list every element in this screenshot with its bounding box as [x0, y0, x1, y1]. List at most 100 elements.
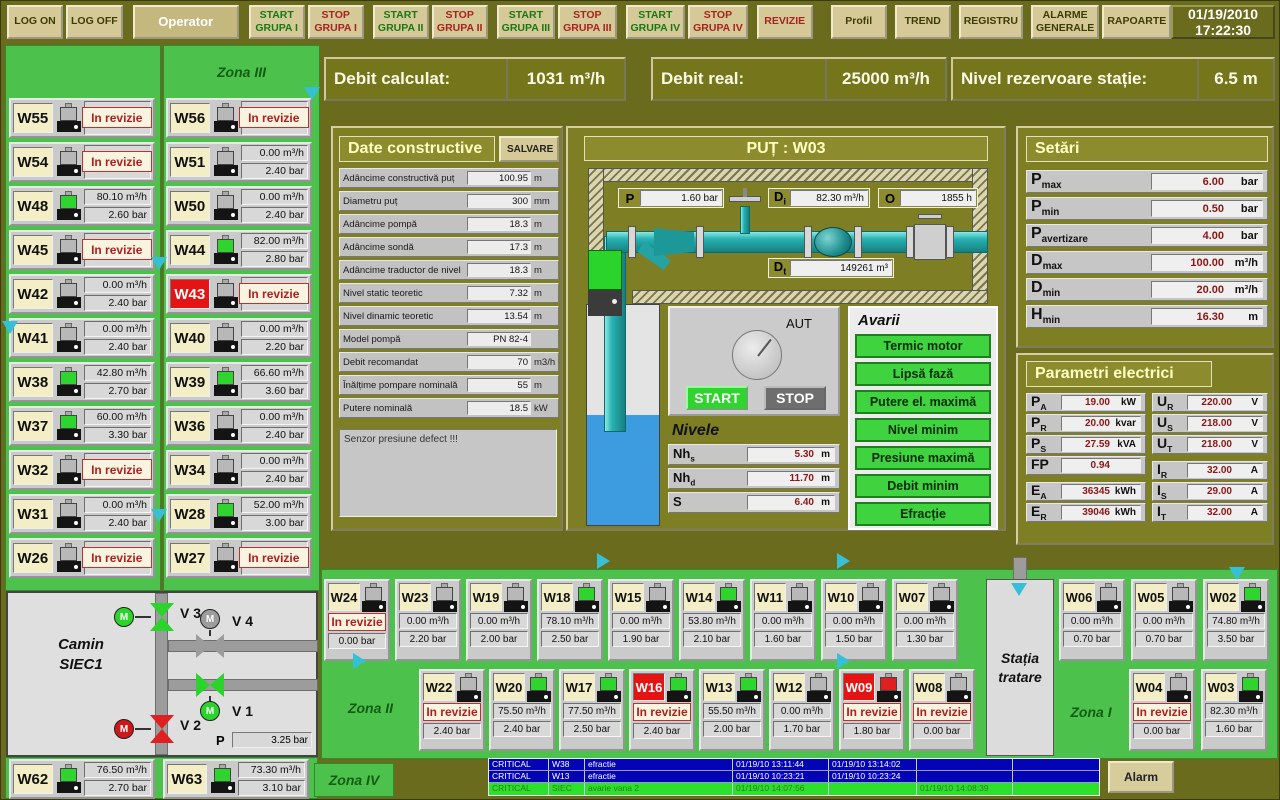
stop-grupa-2-button[interactable]: STOP GRUPA II: [432, 5, 488, 39]
setting-field[interactable]: 6.00 bar: [1151, 173, 1263, 190]
setting-field[interactable]: 5.30 m: [747, 447, 835, 462]
setting-field[interactable]: 19.00 kW: [1061, 395, 1141, 410]
dc-row-field[interactable]: 100.95: [467, 171, 531, 185]
well-w05[interactable]: W05 0.00 m³/h 0.70 bar: [1131, 579, 1197, 661]
well-w13[interactable]: W13 55.50 m³/h 2.00 bar: [699, 669, 765, 751]
well-w11[interactable]: W11 0.00 m³/h 1.60 bar: [750, 579, 816, 661]
setting-field[interactable]: 0.50 bar: [1151, 200, 1263, 217]
profil-button[interactable]: Profil: [831, 5, 887, 39]
well-w03[interactable]: W03 82.30 m³/h 1.60 bar: [1201, 669, 1267, 751]
well-w15[interactable]: W15 0.00 m³/h 1.90 bar: [608, 579, 674, 661]
setting-field[interactable]: 218.00 V: [1187, 437, 1263, 452]
well-w55[interactable]: W55 In revizie: [9, 98, 155, 138]
pump-stop-button[interactable]: STOP: [764, 386, 826, 410]
log-on-button[interactable]: LOG ON: [7, 5, 63, 39]
well-w31[interactable]: W31 0.00 m³/h 2.40 bar: [9, 494, 155, 534]
well-w23[interactable]: W23 0.00 m³/h 2.20 bar: [395, 579, 461, 661]
setting-field[interactable]: 100.00 m³/h: [1151, 254, 1263, 271]
alarm-row[interactable]: CRITICAL W13 efractie 01/19/10 10:23:21 …: [489, 771, 1099, 783]
rapoarte-button[interactable]: RAPOARTE: [1102, 5, 1171, 39]
stop-grupa-1-button[interactable]: STOP GRUPA I: [308, 5, 364, 39]
dc-row-field[interactable]: 18.3: [467, 217, 531, 231]
well-w02[interactable]: W02 74.80 m³/h 3.50 bar: [1203, 579, 1269, 661]
setting-field[interactable]: 36345 kWh: [1061, 484, 1141, 499]
handwheel-icon[interactable]: [918, 214, 942, 219]
trend-button[interactable]: TREND: [895, 5, 951, 39]
well-w50[interactable]: W50 0.00 m³/h 2.40 bar: [166, 186, 312, 226]
well-w27[interactable]: W27 In revizie: [166, 538, 312, 578]
well-w39[interactable]: W39 66.60 m³/h 3.60 bar: [166, 362, 312, 402]
valve-v1[interactable]: [196, 673, 224, 697]
setting-field[interactable]: 220.00 V: [1187, 395, 1263, 410]
well-w62[interactable]: W62 76.50 m³/h 2.70 bar: [9, 759, 155, 799]
dc-row-field[interactable]: 18.5: [467, 401, 531, 415]
setting-field[interactable]: 218.00 V: [1187, 416, 1263, 431]
start-grupa-4-button[interactable]: START GRUPA IV: [626, 5, 686, 39]
well-w09[interactable]: W09 In revizie 1.80 bar: [839, 669, 905, 751]
well-w14[interactable]: W14 53.80 m³/h 2.10 bar: [679, 579, 745, 661]
setting-field[interactable]: 32.00 A: [1187, 463, 1263, 478]
well-w20[interactable]: W20 75.50 m³/h 2.40 bar: [489, 669, 555, 751]
setting-field[interactable]: 0.94: [1061, 458, 1141, 473]
dc-row-field[interactable]: 55: [467, 378, 531, 392]
well-w37[interactable]: W37 60.00 m³/h 3.30 bar: [9, 406, 155, 446]
dc-row-field[interactable]: 70: [467, 355, 531, 369]
well-w45[interactable]: W45 In revizie: [9, 230, 155, 270]
mode-knob[interactable]: [732, 330, 782, 380]
well-w34[interactable]: W34 0.00 m³/h 2.40 bar: [166, 450, 312, 490]
revizie-button[interactable]: REVIZIE: [757, 5, 813, 39]
dc-row-field[interactable]: 300: [467, 194, 531, 208]
dc-row-field[interactable]: 18.3: [467, 263, 531, 277]
start-grupa-1-button[interactable]: START GRUPA I: [249, 5, 305, 39]
well-w40[interactable]: W40 0.00 m³/h 2.20 bar: [166, 318, 312, 358]
well-w12[interactable]: W12 0.00 m³/h 1.70 bar: [769, 669, 835, 751]
setting-field[interactable]: 32.00 A: [1187, 505, 1263, 520]
setting-field[interactable]: 20.00 kvar: [1061, 416, 1141, 431]
well-w08[interactable]: W08 In revizie 0.00 bar: [909, 669, 975, 751]
well-w41[interactable]: W41 0.00 m³/h 2.40 bar: [9, 318, 155, 358]
setting-field[interactable]: 29.00 A: [1187, 484, 1263, 499]
stop-grupa-4-button[interactable]: STOP GRUPA IV: [688, 5, 748, 39]
stop-grupa-3-button[interactable]: STOP GRUPA III: [558, 5, 616, 39]
dc-row-field[interactable]: PN 82-4: [467, 332, 531, 346]
well-w56[interactable]: W56 In revizie: [166, 98, 312, 138]
sensor-message-box[interactable]: Senzor presiune defect !!!: [339, 429, 557, 517]
setting-field[interactable]: 39046 kWh: [1061, 505, 1141, 520]
well-w04[interactable]: W04 In revizie 0.00 bar: [1129, 669, 1195, 751]
well-w36[interactable]: W36 0.00 m³/h 2.40 bar: [166, 406, 312, 446]
start-grupa-3-button[interactable]: START GRUPA III: [497, 5, 555, 39]
well-w24[interactable]: W24 In revizie 0.00 bar: [324, 579, 390, 661]
valve-v4[interactable]: [196, 634, 224, 658]
setting-field[interactable]: 27.59 kVA: [1061, 437, 1141, 452]
dc-row-field[interactable]: 7.32: [467, 286, 531, 300]
well-w44[interactable]: W44 82.00 m³/h 2.80 bar: [166, 230, 312, 270]
valve-v2[interactable]: [150, 715, 174, 743]
well-w38[interactable]: W38 42.80 m³/h 2.70 bar: [9, 362, 155, 402]
operator-button[interactable]: Operator: [133, 5, 239, 39]
well-w18[interactable]: W18 78.10 m³/h 2.50 bar: [537, 579, 603, 661]
registru-button[interactable]: REGISTRU: [959, 5, 1023, 39]
dc-row-field[interactable]: 17.3: [467, 240, 531, 254]
setting-field[interactable]: 6.40 m: [747, 495, 835, 510]
well-w32[interactable]: W32 In revizie: [9, 450, 155, 490]
setting-field[interactable]: 16.30 m: [1151, 308, 1263, 325]
log-off-button[interactable]: LOG OFF: [66, 5, 123, 39]
save-button[interactable]: SALVARE: [499, 136, 559, 162]
well-w16[interactable]: W16 In revizie 2.40 bar: [629, 669, 695, 751]
well-w48[interactable]: W48 80.10 m³/h 2.60 bar: [9, 186, 155, 226]
dc-row-field[interactable]: 13.54: [467, 309, 531, 323]
well-w26[interactable]: W26 In revizie: [9, 538, 155, 578]
well-w07[interactable]: W07 0.00 m³/h 1.30 bar: [892, 579, 958, 661]
well-w28[interactable]: W28 52.00 m³/h 3.00 bar: [166, 494, 312, 534]
pump-start-button[interactable]: START: [686, 386, 748, 410]
alarm-row[interactable]: CRITICAL W38 efractie 01/19/10 13:11:44 …: [489, 759, 1099, 771]
well-w63[interactable]: W63 73.30 m³/h 3.10 bar: [163, 759, 309, 799]
setting-field[interactable]: 11.70 m: [747, 471, 835, 486]
well-w54[interactable]: W54 In revizie: [9, 142, 155, 182]
alarm-row[interactable]: CRITICAL SIEC avarie vana 2 01/19/10 14:…: [489, 783, 1099, 795]
well-w19[interactable]: W19 0.00 m³/h 2.00 bar: [466, 579, 532, 661]
setting-field[interactable]: 20.00 m³/h: [1151, 281, 1263, 298]
well-w17[interactable]: W17 77.50 m³/h 2.50 bar: [559, 669, 625, 751]
well-w06[interactable]: W06 0.00 m³/h 0.70 bar: [1059, 579, 1125, 661]
alarm-button[interactable]: Alarm: [1108, 761, 1174, 793]
